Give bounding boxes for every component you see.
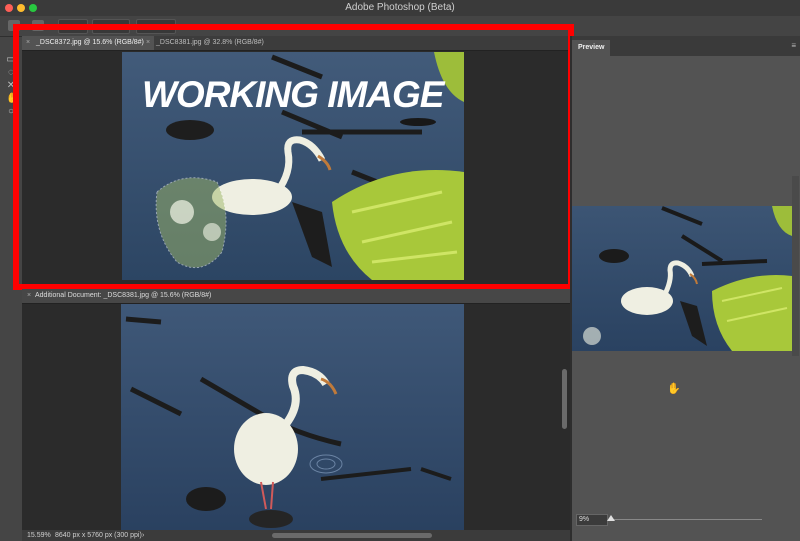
additional-document-window: × Additional Document: _DSC8381.jpg @ 15… xyxy=(22,289,570,530)
zoom-level[interactable]: 15.59% xyxy=(27,530,51,541)
panel-menu-icon[interactable]: ≡ xyxy=(791,41,796,50)
close-tab-icon[interactable]: × xyxy=(146,36,150,50)
hand-icon[interactable]: ✋ xyxy=(6,94,18,104)
option-field[interactable] xyxy=(136,19,176,34)
vertical-scrollbar[interactable] xyxy=(562,369,567,429)
working-image-canvas[interactable]: WORKING IMAGE xyxy=(122,52,464,280)
document-tab[interactable]: × _DSC8381.jpg @ 32.8% (RGB/8#) xyxy=(142,36,286,50)
option-field[interactable] xyxy=(58,19,88,34)
close-tab-icon[interactable]: × xyxy=(26,36,30,50)
tool-preset-icon[interactable] xyxy=(32,20,44,31)
status-bar: 15.59% 8640 px x 5760 px (300 ppi) › xyxy=(22,530,570,541)
preview-zoom-slider-thumb[interactable] xyxy=(607,515,615,521)
tab-label: _DSC8381.jpg @ 32.8% (RGB/8#) xyxy=(156,39,264,46)
marquee-icon[interactable]: ▭ xyxy=(6,55,16,65)
lasso-icon[interactable]: ◌ xyxy=(6,68,16,78)
preview-zoom-controls: 9% xyxy=(572,514,800,530)
additional-document-header: × Additional Document: _DSC8381.jpg @ 15… xyxy=(22,289,570,304)
options-bar xyxy=(0,16,800,37)
preview-panel: Preview ≡ ✋ 9% xyxy=(572,36,800,541)
additional-image-canvas[interactable] xyxy=(121,304,464,530)
working-image-label: WORKING IMAGE xyxy=(142,74,444,115)
horizontal-scrollbar[interactable] xyxy=(272,533,432,538)
close-document-icon[interactable]: × xyxy=(27,289,31,303)
title-bar: Adobe Photoshop (Beta) xyxy=(0,0,800,16)
zoom-icon[interactable]: ○ xyxy=(6,107,16,117)
preview-image[interactable] xyxy=(572,206,792,351)
document-tab-bar: × _DSC8372.jpg @ 15.6% (RGB/8#) × _DSC83… xyxy=(22,36,570,51)
home-icon[interactable] xyxy=(8,20,20,31)
additional-document-label: Additional Document: _DSC8381.jpg @ 15.6… xyxy=(35,292,212,299)
tab-label: _DSC8372.jpg @ 15.6% (RGB/8#) xyxy=(36,39,144,46)
hand-cursor-icon: ✋ xyxy=(667,383,681,395)
ibis-photo-2 xyxy=(121,304,464,530)
status-menu-arrow-icon[interactable]: › xyxy=(142,530,144,541)
panel-scrollbar[interactable] xyxy=(792,176,799,356)
app-title: Adobe Photoshop (Beta) xyxy=(345,2,455,13)
crop-icon[interactable]: ✕ xyxy=(6,81,16,91)
working-document-window: × _DSC8372.jpg @ 15.6% (RGB/8#) × _DSC83… xyxy=(22,36,570,286)
preview-zoom-slider-track[interactable] xyxy=(610,519,762,520)
document-dimensions: 8640 px x 5760 px (300 ppi) xyxy=(55,532,142,539)
option-field[interactable] xyxy=(92,19,130,34)
preview-zoom-field[interactable]: 9% xyxy=(576,514,608,526)
tab-preview[interactable]: Preview xyxy=(572,40,611,56)
panel-tab-bar: Preview ≡ xyxy=(572,36,800,56)
tools-panel: ▭ ◌ ✕ ✋ ○ xyxy=(0,37,23,541)
preview-photo xyxy=(572,206,792,351)
document-tab-active[interactable]: × _DSC8372.jpg @ 15.6% (RGB/8#) xyxy=(22,36,154,50)
